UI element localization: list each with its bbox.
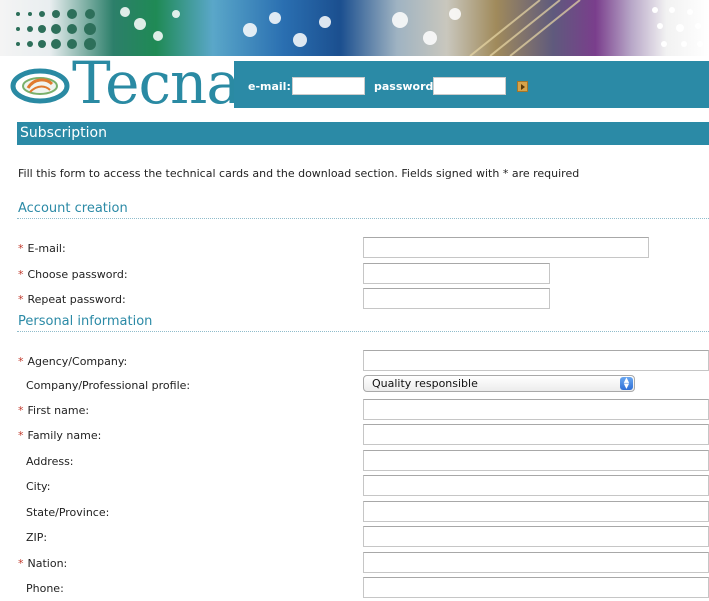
field-label-text: City: — [26, 480, 51, 493]
login-password-label: password: — [374, 80, 438, 93]
field-label-text: First name: — [27, 404, 90, 417]
banner-dots-decoration — [16, 0, 703, 56]
address-field[interactable] — [363, 450, 709, 471]
field-label-text: Company/Professional profile: — [26, 379, 191, 392]
field-label-text: Family name: — [27, 429, 102, 442]
field-label-choose-password: * Choose password: — [18, 268, 128, 281]
field-label-zip: ZIP: — [18, 531, 47, 544]
phone-field[interactable] — [363, 577, 709, 598]
field-label-text: Address: — [26, 455, 74, 468]
field-label-text: State/Province: — [26, 506, 110, 519]
field-label-text: Phone: — [26, 582, 64, 595]
section-divider — [17, 218, 709, 219]
tecna-logo[interactable]: Tecna — [10, 52, 241, 114]
page-title: Subscription — [17, 122, 709, 145]
field-label-repeat-password: * Repeat password: — [18, 293, 126, 306]
field-label-first-name: * First name: — [18, 404, 89, 417]
field-label-text: Repeat password: — [27, 293, 126, 306]
login-email-input[interactable] — [292, 77, 365, 95]
field-label-text: Agency/Company: — [27, 355, 128, 368]
required-marker: * — [18, 242, 24, 255]
choose-password-field[interactable] — [363, 263, 550, 284]
zip-field[interactable] — [363, 526, 709, 547]
field-label-address: Address: — [18, 455, 74, 468]
nation-field[interactable] — [363, 552, 709, 573]
login-email-label: e-mail: — [248, 80, 291, 93]
field-label-text: Choose password: — [27, 268, 128, 281]
field-label-city: City: — [18, 480, 50, 493]
agency-field[interactable] — [363, 350, 709, 371]
required-marker: * — [18, 293, 24, 306]
field-label-nation: * Nation: — [18, 557, 67, 570]
field-label-profile: Company/Professional profile: — [18, 379, 190, 392]
state-field[interactable] — [363, 501, 709, 522]
field-label-agency: * Agency/Company: — [18, 355, 127, 368]
family-name-field[interactable] — [363, 424, 709, 445]
select-arrows-icon: ▲ ▼ — [620, 377, 633, 390]
section-divider — [17, 331, 709, 332]
login-bar: e-mail: password: — [234, 61, 709, 108]
required-marker: * — [18, 268, 24, 281]
logo-swirl-icon — [10, 68, 70, 104]
required-marker: * — [18, 557, 24, 570]
field-label-text: Nation: — [27, 557, 68, 570]
repeat-password-field[interactable] — [363, 288, 550, 309]
field-label-state: State/Province: — [18, 506, 109, 519]
required-marker: * — [18, 355, 24, 368]
profile-select[interactable]: Quality responsible ▲ ▼ — [363, 375, 635, 392]
city-field[interactable] — [363, 475, 709, 496]
field-label-text: ZIP: — [26, 531, 48, 544]
profile-select-value: Quality responsible — [372, 377, 478, 390]
field-label-email: * E-mail: — [18, 242, 66, 255]
email-field[interactable] — [363, 237, 649, 258]
required-marker: * — [18, 429, 24, 442]
logo-wordmark: Tecna — [72, 49, 241, 117]
field-label-phone: Phone: — [18, 582, 64, 595]
login-password-input[interactable] — [433, 77, 506, 95]
field-label-family-name: * Family name: — [18, 429, 101, 442]
header-banner — [0, 0, 709, 56]
field-label-text: E-mail: — [27, 242, 66, 255]
login-submit-button[interactable] — [517, 81, 528, 92]
first-name-field[interactable] — [363, 399, 709, 420]
section-title-personal: Personal information — [18, 314, 153, 329]
required-marker: * — [18, 404, 24, 417]
intro-text: Fill this form to access the technical c… — [18, 167, 580, 180]
section-title-account: Account creation — [18, 201, 128, 216]
